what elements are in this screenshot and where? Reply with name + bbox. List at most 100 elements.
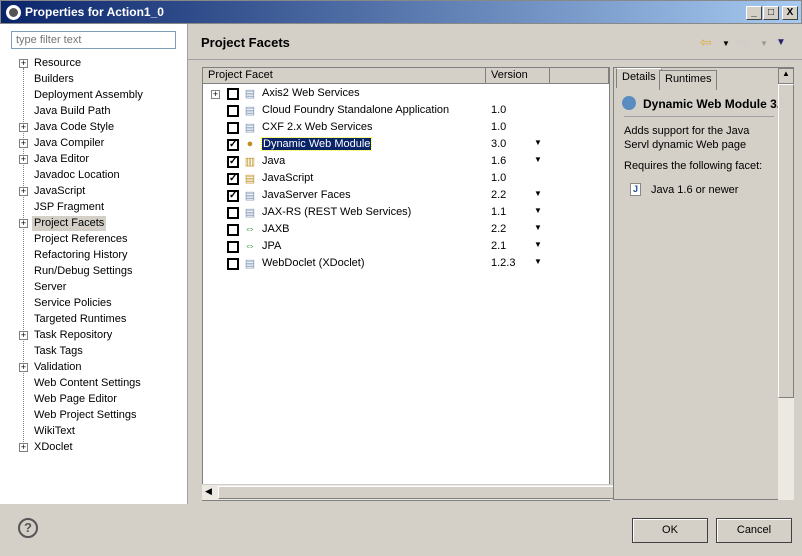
close-button[interactable]: X bbox=[782, 6, 798, 20]
facet-version[interactable]: 3.0 bbox=[491, 138, 506, 150]
facet-checkbox[interactable]: ✓ bbox=[227, 173, 239, 185]
tree-item[interactable]: Web Content Settings bbox=[34, 376, 141, 391]
expand-icon[interactable]: + bbox=[19, 363, 28, 372]
facet-version[interactable]: 2.2 bbox=[491, 189, 506, 201]
cancel-button[interactable]: Cancel bbox=[716, 518, 792, 543]
facet-checkbox[interactable] bbox=[227, 105, 239, 117]
table-row[interactable]: ▤ JAX-RS (REST Web Services) 1.1 ▼ bbox=[203, 205, 603, 222]
column-header-version[interactable]: Version bbox=[486, 68, 550, 84]
details-panel: Details Runtimes Dynamic Web Module 3. A… bbox=[613, 67, 794, 500]
version-dropdown-icon[interactable]: ▼ bbox=[534, 240, 542, 249]
facet-version[interactable]: 2.1 bbox=[491, 240, 506, 252]
forward-menu-icon[interactable]: ▼ bbox=[760, 39, 768, 48]
tree-item[interactable]: Javadoc Location bbox=[34, 168, 120, 183]
back-menu-icon[interactable]: ▼ bbox=[722, 39, 730, 48]
view-menu-icon[interactable]: ▼ bbox=[776, 37, 786, 48]
expand-icon[interactable]: + bbox=[19, 155, 28, 164]
table-row[interactable]: ▤ Cloud Foundry Standalone Application 1.0 bbox=[203, 103, 603, 120]
table-row[interactable]: ▤ WebDoclet (XDoclet) 1.2.3 ▼ bbox=[203, 256, 603, 273]
tree-item[interactable]: Java Build Path bbox=[34, 104, 110, 119]
expand-icon[interactable]: + bbox=[19, 59, 28, 68]
facet-version[interactable]: 1.2.3 bbox=[491, 257, 515, 269]
maximize-button[interactable]: □ bbox=[763, 6, 779, 20]
facet-version[interactable]: 2.2 bbox=[491, 223, 506, 235]
expand-icon[interactable]: + bbox=[19, 443, 28, 452]
tree-item[interactable]: JSP Fragment bbox=[34, 200, 104, 215]
expand-icon[interactable]: + bbox=[19, 123, 28, 132]
expand-icon[interactable]: + bbox=[19, 219, 28, 228]
version-dropdown-icon[interactable]: ▼ bbox=[534, 155, 542, 164]
expand-icon[interactable]: + bbox=[19, 187, 28, 196]
file-icon: ▤ bbox=[244, 105, 256, 117]
facet-version: 1.0 bbox=[491, 172, 507, 184]
forward-arrow-icon[interactable]: ⇨ bbox=[738, 34, 750, 51]
facet-name: WebDoclet (XDoclet) bbox=[262, 257, 365, 269]
java-lock-icon: ▥ bbox=[244, 156, 256, 168]
ok-button[interactable]: OK bbox=[632, 518, 708, 543]
file-icon: ▤ bbox=[244, 88, 256, 100]
tree-item[interactable]: Validation bbox=[34, 360, 82, 375]
facet-version[interactable]: 1.1 bbox=[491, 206, 506, 218]
version-dropdown-icon[interactable]: ▼ bbox=[534, 257, 542, 266]
tab-runtimes[interactable]: Runtimes bbox=[659, 70, 718, 90]
expand-icon[interactable]: + bbox=[211, 90, 220, 99]
tree-item[interactable]: Builders bbox=[34, 72, 74, 87]
version-dropdown-icon[interactable]: ▼ bbox=[534, 138, 542, 147]
tree-item[interactable]: Java Compiler bbox=[34, 136, 104, 151]
facet-checkbox[interactable]: ✓ bbox=[227, 139, 239, 151]
facet-version[interactable]: 1.6 bbox=[491, 155, 506, 167]
column-header-facet[interactable]: Project Facet bbox=[203, 68, 486, 84]
tree-item[interactable]: Targeted Runtimes bbox=[34, 312, 126, 327]
facet-checkbox[interactable] bbox=[227, 258, 239, 270]
tree-item[interactable]: Web Project Settings bbox=[34, 408, 137, 423]
file-icon: ▤ bbox=[244, 258, 256, 270]
details-title: Dynamic Web Module 3. bbox=[643, 97, 778, 111]
minimize-button[interactable]: _ bbox=[746, 6, 762, 20]
table-row[interactable]: ✓ ▤ JavaServer Faces 2.2 ▼ bbox=[203, 188, 603, 205]
table-row[interactable]: ✓ ▥ Java 1.6 ▼ bbox=[203, 154, 603, 171]
version-dropdown-icon[interactable]: ▼ bbox=[534, 223, 542, 232]
table-row[interactable]: ⇔ JPA 2.1 ▼ bbox=[203, 239, 603, 256]
facet-checkbox[interactable]: ✓ bbox=[227, 190, 239, 202]
table-row[interactable]: + ▤ Axis2 Web Services bbox=[203, 86, 603, 103]
tree-item[interactable]: Java Code Style bbox=[34, 120, 114, 135]
facet-checkbox[interactable] bbox=[227, 224, 239, 236]
tree-item[interactable]: JavaScript bbox=[34, 184, 85, 199]
tree-item[interactable]: Run/Debug Settings bbox=[34, 264, 132, 279]
expand-icon[interactable]: + bbox=[19, 139, 28, 148]
tab-details[interactable]: Details bbox=[616, 68, 662, 88]
facet-checkbox[interactable] bbox=[227, 241, 239, 253]
tree-item[interactable]: Project Facets bbox=[32, 216, 107, 231]
tree-item[interactable]: Task Tags bbox=[34, 344, 83, 359]
facet-checkbox[interactable] bbox=[227, 122, 239, 134]
expand-icon[interactable]: + bbox=[19, 331, 28, 340]
table-row[interactable]: ▤ CXF 2.x Web Services 1.0 bbox=[203, 120, 603, 137]
help-button[interactable]: ? bbox=[18, 518, 38, 538]
table-row[interactable]: ✓ ▤ JavaScript 1.0 bbox=[203, 171, 603, 188]
table-row[interactable]: ✓ ● Dynamic Web Module 3.0 ▼ bbox=[203, 137, 603, 154]
facet-checkbox[interactable] bbox=[227, 88, 239, 100]
tree-item[interactable]: Web Page Editor bbox=[34, 392, 117, 407]
filter-input[interactable] bbox=[11, 31, 176, 49]
facet-version: 1.0 bbox=[491, 104, 507, 116]
tree-item[interactable]: XDoclet bbox=[34, 440, 73, 455]
details-description: Adds support for the Java Servl dynamic … bbox=[624, 125, 750, 151]
tree-item[interactable]: Refactoring History bbox=[34, 248, 128, 263]
facet-checkbox[interactable] bbox=[227, 207, 239, 219]
tree-item[interactable]: Server bbox=[34, 280, 66, 295]
tree-item[interactable]: Resource bbox=[34, 56, 81, 71]
back-arrow-icon[interactable]: ⇦ bbox=[700, 34, 712, 51]
version-dropdown-icon[interactable]: ▼ bbox=[534, 189, 542, 198]
table-row[interactable]: ⇔ JAXB 2.2 ▼ bbox=[203, 222, 603, 239]
facet-checkbox[interactable]: ✓ bbox=[227, 156, 239, 168]
tree-item[interactable]: Project References bbox=[34, 232, 128, 247]
required-facet: Java 1.6 or newer bbox=[651, 184, 739, 196]
facet-name: Java bbox=[262, 155, 286, 167]
tree-item[interactable]: Deployment Assembly bbox=[34, 88, 143, 103]
tree-item[interactable]: Java Editor bbox=[34, 152, 89, 167]
tree-item[interactable]: Service Policies bbox=[34, 296, 112, 311]
tree-item[interactable]: Task Repository bbox=[34, 328, 112, 343]
version-dropdown-icon[interactable]: ▼ bbox=[534, 206, 542, 215]
vertical-scrollbar[interactable]: ▲ bbox=[778, 68, 794, 500]
tree-item[interactable]: WikiText bbox=[34, 424, 75, 439]
